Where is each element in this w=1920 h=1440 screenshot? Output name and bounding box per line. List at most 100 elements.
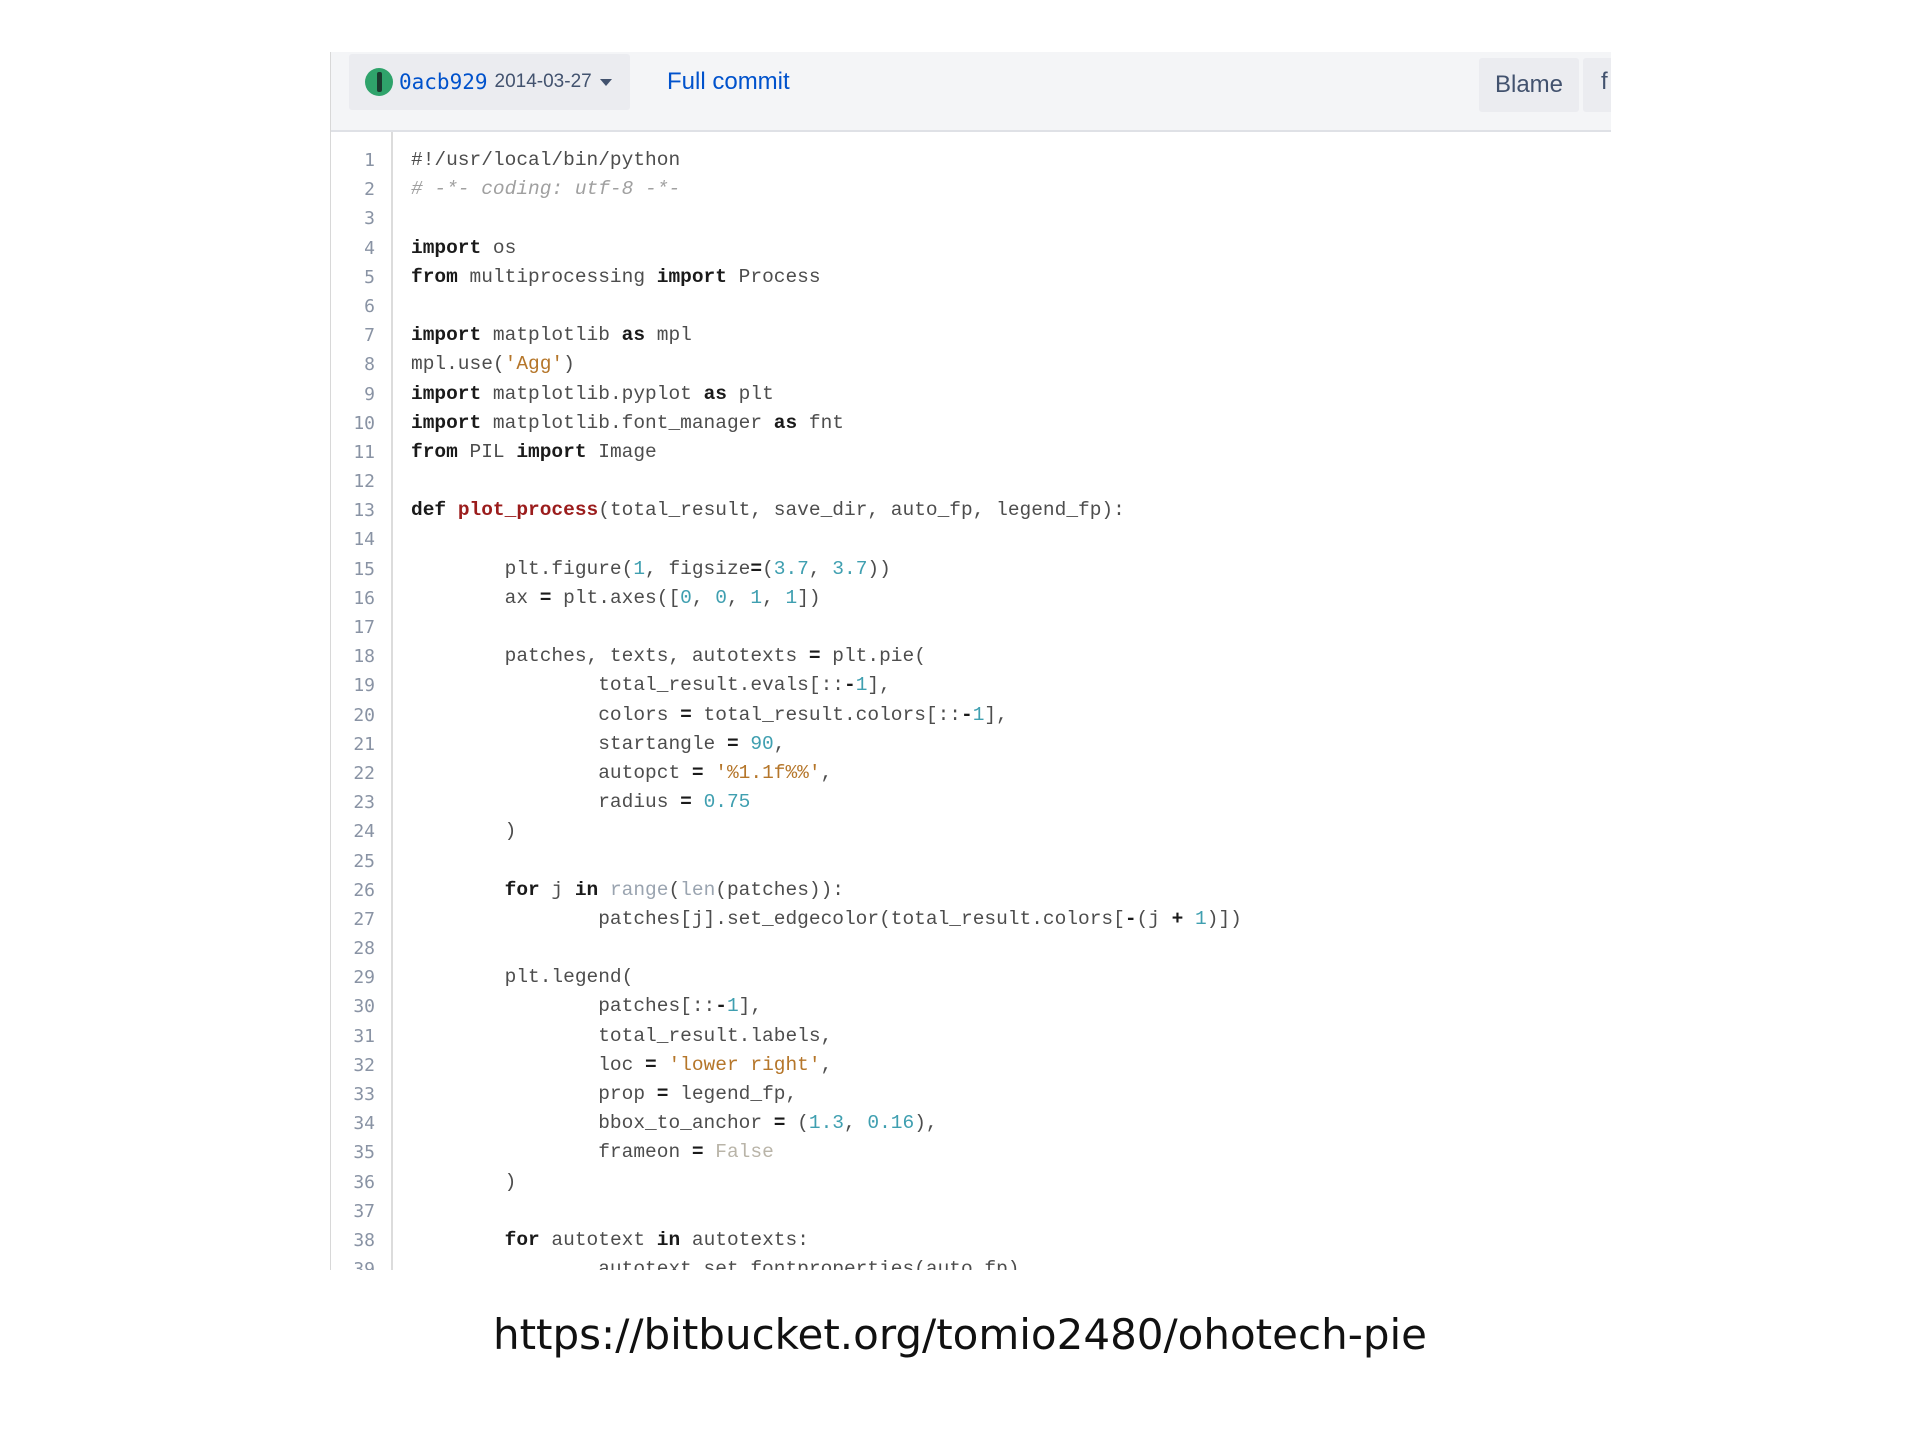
line-number[interactable]: 7 bbox=[331, 321, 375, 350]
code-token: matplotlib.font_manager bbox=[481, 411, 774, 434]
code-line: 17 bbox=[331, 613, 1611, 642]
line-number[interactable]: 12 bbox=[331, 467, 375, 496]
truncated-button[interactable]: f bbox=[1583, 58, 1611, 112]
code-token: = bbox=[656, 1083, 669, 1105]
code-token: 'lower right' bbox=[668, 1053, 821, 1076]
code-line: 19 total_result.evals[::-1], bbox=[331, 671, 1611, 700]
line-number[interactable]: 33 bbox=[331, 1080, 375, 1109]
line-number[interactable]: 20 bbox=[331, 701, 375, 730]
code-token: # -*- coding: utf-8 -*- bbox=[411, 178, 681, 201]
code-token: - bbox=[715, 995, 727, 1018]
code-token: 1 bbox=[726, 995, 739, 1018]
line-number[interactable]: 39 bbox=[331, 1255, 375, 1270]
code-token: in bbox=[574, 878, 599, 901]
code-text: ) bbox=[411, 1168, 517, 1197]
code-token: , bbox=[762, 586, 786, 609]
code-token: os bbox=[481, 236, 517, 259]
code-line: 38 for autotext in autotexts: bbox=[331, 1226, 1611, 1255]
code-text: bbox_to_anchor = (1.3, 0.16), bbox=[411, 1109, 937, 1138]
line-number[interactable]: 24 bbox=[331, 817, 375, 846]
code-token: Process bbox=[726, 265, 821, 288]
code-token: as bbox=[621, 324, 646, 347]
code-token: import bbox=[411, 382, 482, 405]
line-number[interactable]: 10 bbox=[331, 409, 375, 438]
source-viewer: 0acb929 2014-03-27 Full commit Blame f 1… bbox=[330, 52, 1611, 1270]
code-token: , bbox=[808, 557, 833, 580]
line-number[interactable]: 29 bbox=[331, 963, 375, 992]
blame-button[interactable]: Blame bbox=[1479, 58, 1579, 112]
code-line: 9 import matplotlib.pyplot as plt bbox=[331, 380, 1611, 409]
code-line: 32 loc = 'lower right', bbox=[331, 1051, 1611, 1080]
line-number[interactable]: 13 bbox=[331, 496, 375, 525]
code-token: (total_result, save_dir, auto_fp, legend… bbox=[598, 499, 1125, 522]
code-text: from PIL import Image bbox=[411, 438, 657, 467]
line-number[interactable]: 14 bbox=[331, 525, 375, 554]
code-token: patches[j].set_edgecolor(total_result.co… bbox=[411, 907, 1125, 930]
line-number[interactable]: 6 bbox=[331, 292, 375, 321]
line-number[interactable]: 9 bbox=[331, 380, 375, 409]
line-number[interactable]: 38 bbox=[331, 1226, 375, 1255]
code-line: 26 for j in range(len(patches)): bbox=[331, 876, 1611, 905]
line-number[interactable]: 18 bbox=[331, 642, 375, 671]
code-token: colors bbox=[411, 703, 681, 726]
code-token: #!/usr/local/bin/python bbox=[411, 149, 681, 171]
code-token: False bbox=[715, 1141, 774, 1164]
code-token: as bbox=[703, 382, 727, 405]
line-number[interactable]: 27 bbox=[331, 905, 375, 934]
code-line: 12 bbox=[331, 467, 1611, 496]
code-line: 25 bbox=[331, 847, 1611, 876]
line-number[interactable]: 4 bbox=[331, 234, 375, 263]
line-number[interactable]: 5 bbox=[331, 263, 375, 292]
line-number[interactable]: 15 bbox=[331, 555, 375, 584]
line-number[interactable]: 21 bbox=[331, 730, 375, 759]
line-number[interactable]: 36 bbox=[331, 1168, 375, 1197]
line-number[interactable]: 1 bbox=[331, 146, 375, 175]
code-token: (j bbox=[1136, 907, 1172, 930]
code-token: 90 bbox=[750, 732, 774, 755]
line-number[interactable]: 19 bbox=[331, 671, 375, 700]
line-number[interactable]: 3 bbox=[331, 204, 375, 233]
code-token: 0.16 bbox=[867, 1112, 915, 1135]
code-line: 14 bbox=[331, 525, 1611, 554]
line-number[interactable]: 17 bbox=[331, 613, 375, 642]
code-token: total_result.labels, bbox=[411, 1024, 833, 1047]
line-number[interactable]: 8 bbox=[331, 350, 375, 379]
code-line: 23 radius = 0.75 bbox=[331, 788, 1611, 817]
code-token: 1 bbox=[1195, 907, 1207, 930]
line-number[interactable]: 35 bbox=[331, 1138, 375, 1167]
line-number[interactable]: 31 bbox=[331, 1022, 375, 1051]
code-line: 10 import matplotlib.font_manager as fnt bbox=[331, 409, 1611, 438]
line-number[interactable]: 25 bbox=[331, 847, 375, 876]
commit-selector-dropdown[interactable]: 0acb929 2014-03-27 bbox=[349, 54, 630, 110]
code-line: 30 patches[::-1], bbox=[331, 992, 1611, 1021]
line-number[interactable]: 11 bbox=[331, 438, 375, 467]
line-number[interactable]: 23 bbox=[331, 788, 375, 817]
code-text: from multiprocessing import Process bbox=[411, 263, 821, 292]
line-number[interactable]: 26 bbox=[331, 876, 375, 905]
code-token: range bbox=[609, 878, 669, 901]
line-number[interactable]: 22 bbox=[331, 759, 375, 788]
line-number[interactable]: 2 bbox=[331, 175, 375, 204]
code-token: = bbox=[773, 1112, 786, 1135]
line-number[interactable]: 16 bbox=[331, 584, 375, 613]
code-token: import bbox=[656, 265, 727, 288]
line-number[interactable]: 32 bbox=[331, 1051, 375, 1080]
code-token: , bbox=[843, 1112, 868, 1135]
line-number[interactable]: 37 bbox=[331, 1197, 375, 1226]
code-line: 22 autopct = '%1.1f%%', bbox=[331, 759, 1611, 788]
line-number[interactable]: 34 bbox=[331, 1109, 375, 1138]
full-commit-link[interactable]: Full commit bbox=[667, 68, 790, 96]
code-token: prop bbox=[411, 1083, 657, 1105]
commit-hash-link[interactable]: 0acb929 bbox=[399, 70, 488, 94]
line-number[interactable]: 30 bbox=[331, 992, 375, 1021]
code-text: for j in range(len(patches)): bbox=[411, 876, 844, 905]
code-token: 1 bbox=[750, 586, 763, 609]
line-number[interactable]: 28 bbox=[331, 934, 375, 963]
code-token: , figsize bbox=[645, 557, 751, 580]
code-text: import os bbox=[411, 234, 516, 263]
code-token: autotext.set_fontproperties(auto_fp) bbox=[411, 1258, 1020, 1270]
code-line: 16 ax = plt.axes([0, 0, 1, 1]) bbox=[331, 584, 1611, 613]
